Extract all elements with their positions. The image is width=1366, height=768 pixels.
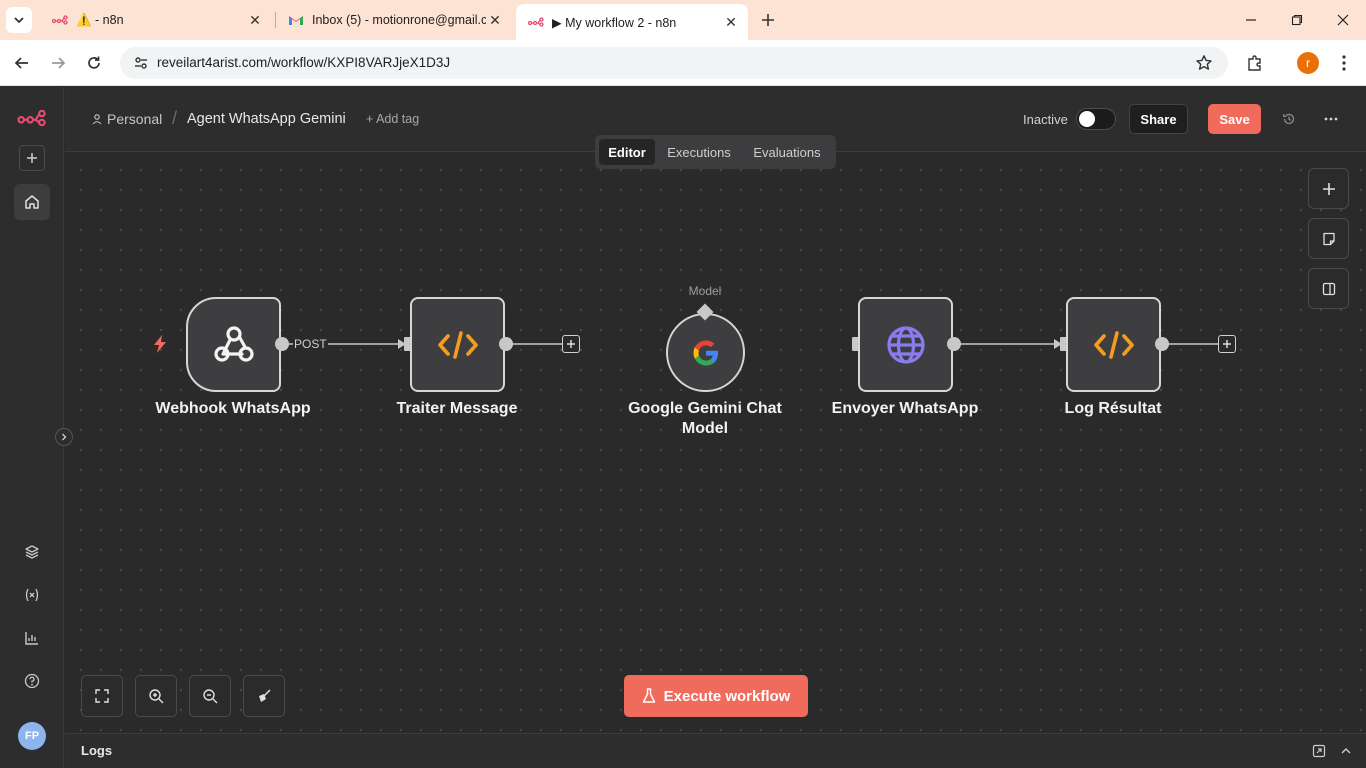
model-connector-label: Model (688, 284, 722, 298)
zoom-to-fit-button[interactable] (81, 675, 123, 717)
output-port[interactable] (499, 337, 513, 351)
broom-icon (259, 689, 271, 702)
pop-out-icon[interactable] (1312, 744, 1326, 758)
chevron-right-icon (62, 433, 67, 441)
node-label: Log Résultat (1064, 400, 1162, 417)
zoom-out-icon (203, 689, 218, 704)
node-google-gemini-chat-model[interactable] (666, 313, 745, 392)
node-label: Webhook WhatsApp (155, 400, 311, 417)
execute-workflow-label: Execute workflow (663, 687, 791, 705)
tab-evaluations[interactable]: Evaluations (743, 139, 831, 165)
sidebar-collapse-button[interactable] (55, 428, 73, 446)
code-icon (437, 330, 478, 359)
node-label: Google Gemini Chat Model (628, 400, 782, 437)
node-label: Envoyer WhatsApp (831, 400, 979, 417)
webhook-icon (213, 325, 254, 362)
view-tabs: Editor Executions Evaluations (595, 135, 836, 169)
tab-executions[interactable]: Executions (659, 139, 739, 165)
logs-panel[interactable]: Logs (65, 733, 1366, 768)
node-log-resultat[interactable] (1066, 297, 1161, 392)
code-icon (1093, 330, 1134, 359)
output-port[interactable] (275, 337, 289, 351)
plus-icon (1223, 340, 1231, 348)
output-port[interactable] (1155, 337, 1169, 351)
node-label: Traiter Message (396, 400, 518, 417)
plus-icon (567, 340, 575, 348)
edge-label-post: POST (293, 337, 328, 351)
tidy-up-button[interactable] (243, 675, 285, 717)
add-next-node-button[interactable] (562, 335, 580, 353)
output-port[interactable] (947, 337, 961, 351)
node-traiter-message[interactable] (410, 297, 505, 392)
logs-label: Logs (81, 743, 113, 758)
trigger-bolt-icon (153, 335, 167, 353)
node-envoyer-whatsapp[interactable] (858, 297, 953, 392)
chevron-up-icon[interactable] (1340, 746, 1352, 756)
node-webhook-whatsapp[interactable] (186, 297, 281, 392)
add-next-node-button[interactable] (1218, 335, 1236, 353)
google-icon (693, 340, 718, 365)
globe-icon (886, 325, 925, 364)
tab-editor[interactable]: Editor (599, 139, 655, 165)
flask-icon (642, 688, 655, 703)
fit-view-icon (95, 689, 109, 703)
zoom-out-button[interactable] (189, 675, 231, 717)
execute-workflow-button[interactable]: Execute workflow (624, 675, 808, 717)
zoom-in-button[interactable] (135, 675, 177, 717)
zoom-in-icon (149, 689, 164, 704)
